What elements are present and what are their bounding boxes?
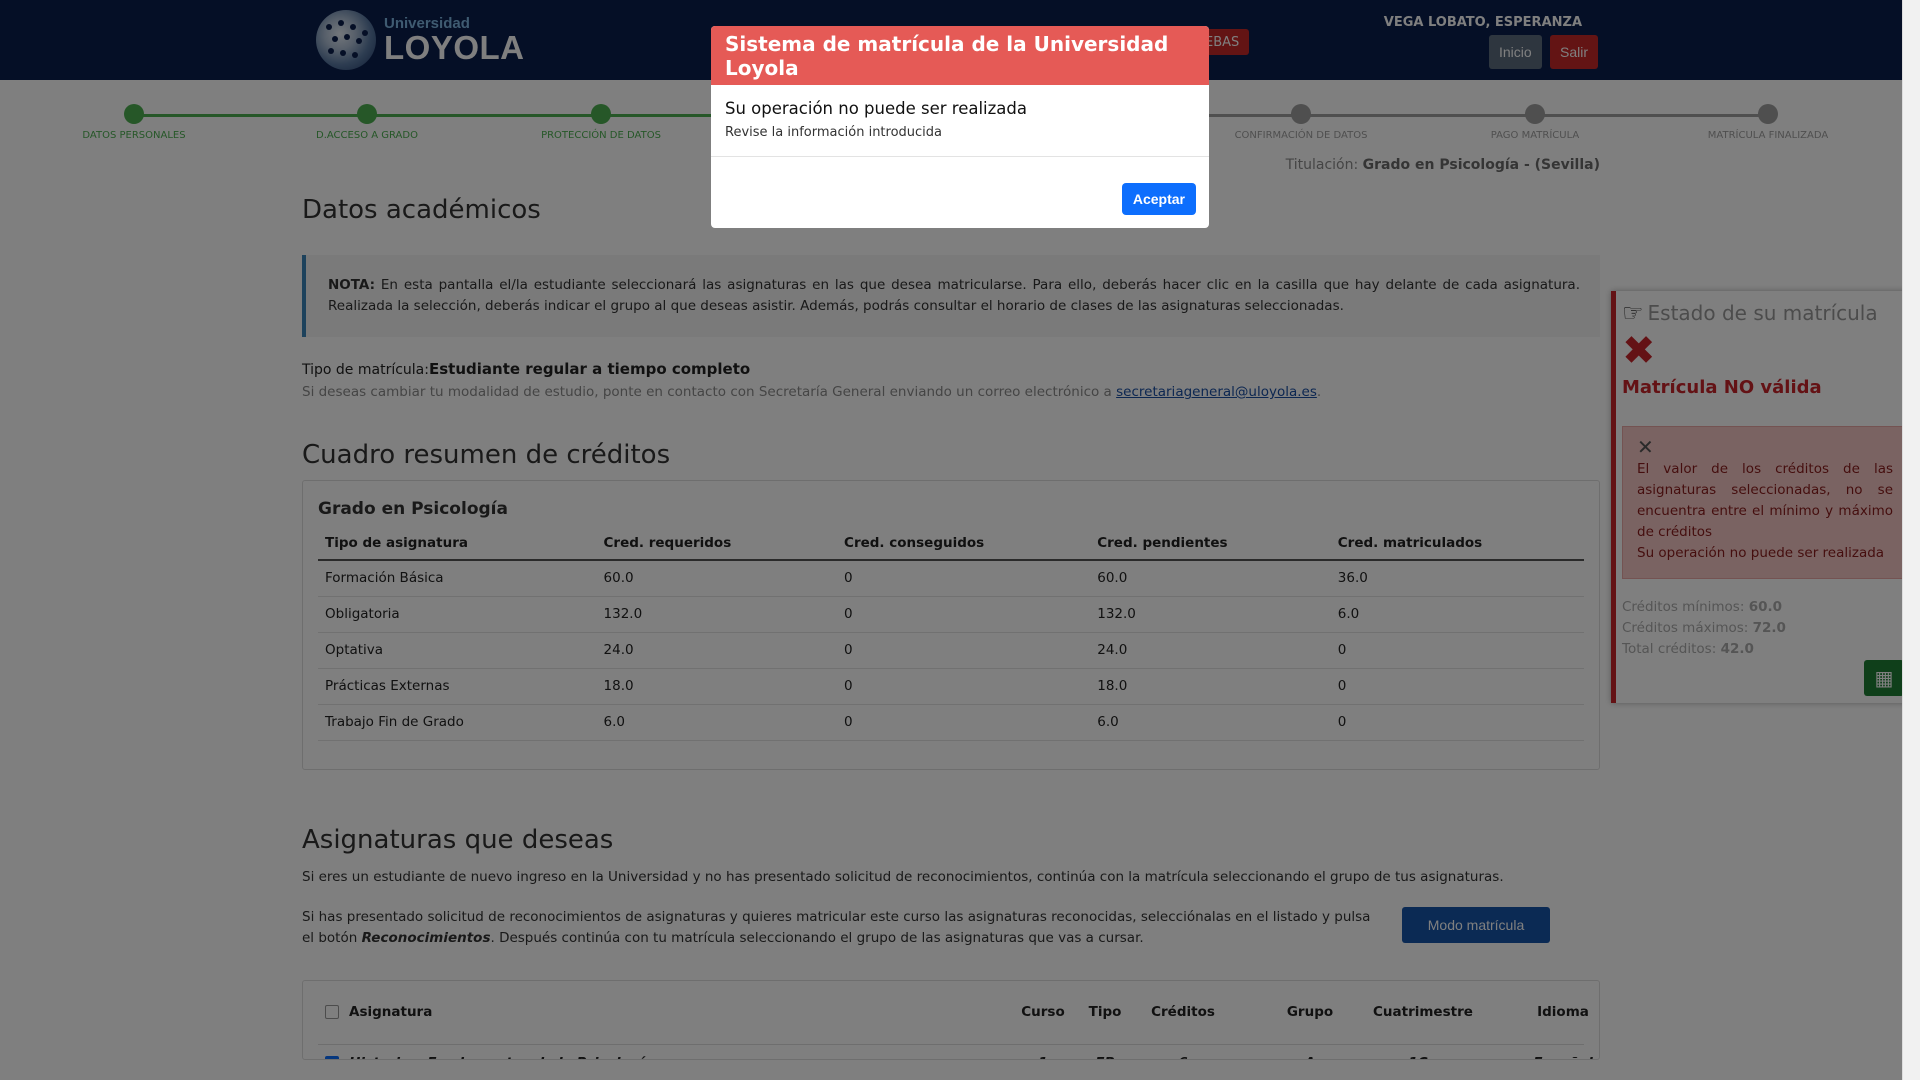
modal-title: Sistema de matrícula de la Universidad L… [711, 26, 1209, 85]
modal-detail: Revise la información introducida [725, 125, 943, 140]
modal-message: Su operación no puede ser realizada [725, 99, 1027, 118]
aceptar-button[interactable]: Aceptar [1121, 183, 1196, 215]
error-modal: Sistema de matrícula de la Universidad L… [711, 26, 1209, 228]
scrollbar[interactable] [1902, 0, 1920, 1080]
